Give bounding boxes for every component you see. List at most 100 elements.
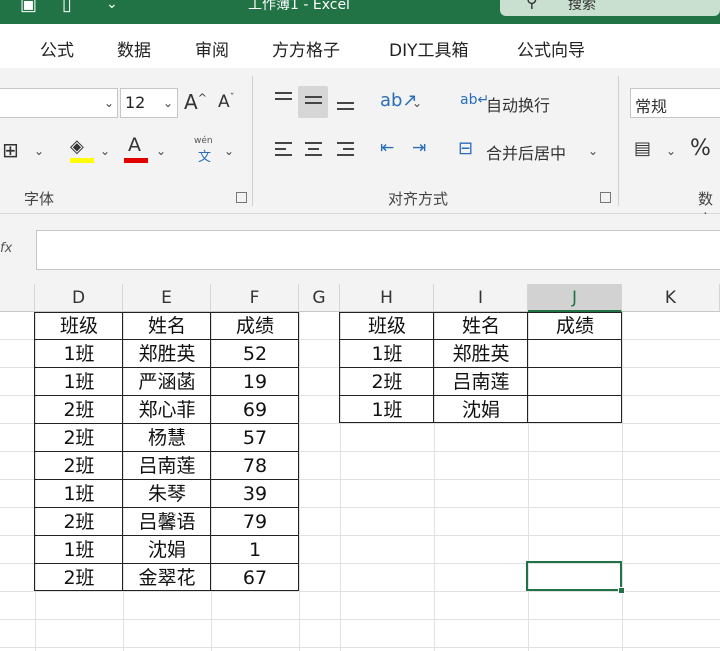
tab-formulas[interactable]: 公式 bbox=[40, 36, 74, 61]
font-color-button[interactable]: A bbox=[128, 134, 141, 156]
column-header-h[interactable]: H bbox=[340, 284, 434, 312]
new-file-icon[interactable]: ▯ bbox=[62, 0, 72, 15]
table1-cell[interactable]: 79 bbox=[211, 508, 299, 536]
table1-cell[interactable]: 1班 bbox=[35, 480, 123, 508]
decrease-font-size-button[interactable]: Aˇ bbox=[218, 92, 235, 112]
table1-cell[interactable]: 朱琴 bbox=[123, 480, 211, 508]
table1-cell[interactable]: 2班 bbox=[35, 564, 123, 592]
chevron-down-icon[interactable]: ⌄ bbox=[412, 96, 422, 110]
table1-cell[interactable]: 52 bbox=[211, 340, 299, 368]
number-format-select[interactable]: 常规 bbox=[630, 88, 720, 118]
tab-formula-wizard[interactable]: 公式向导 bbox=[517, 36, 585, 61]
table1-cell[interactable]: 2班 bbox=[35, 424, 123, 452]
table2-cell[interactable]: 1班 bbox=[340, 340, 434, 368]
wrap-text-button[interactable]: 自动换行 bbox=[486, 92, 550, 116]
table1-cell[interactable]: 金翠花 bbox=[123, 564, 211, 592]
merge-center-icon: ⊟ bbox=[458, 138, 474, 159]
save-icon[interactable]: ▣ bbox=[20, 0, 37, 15]
table2-cell[interactable] bbox=[528, 340, 622, 368]
customize-chevron-icon[interactable]: ⌄ bbox=[106, 0, 118, 12]
table2-cell[interactable]: 郑胜英 bbox=[434, 340, 528, 368]
tab-fangfang[interactable]: 方方格子 bbox=[272, 36, 340, 61]
column-header-c[interactable] bbox=[0, 284, 35, 312]
table2-header-class[interactable]: 班级 bbox=[340, 312, 434, 340]
group-divider bbox=[252, 76, 253, 206]
alignment-group-label: 对齐方式 bbox=[388, 190, 449, 208]
table1-cell[interactable]: 郑胜英 bbox=[123, 340, 211, 368]
column-header-j[interactable]: J bbox=[528, 284, 622, 312]
table2-cell[interactable]: 沈娟 bbox=[434, 396, 528, 424]
table1-header-name[interactable]: 姓名 bbox=[123, 312, 211, 340]
table1-cell[interactable]: 1班 bbox=[35, 536, 123, 564]
alignment-dialog-launcher-icon[interactable] bbox=[600, 192, 611, 203]
insert-function-icon[interactable]: fx bbox=[0, 234, 30, 264]
chevron-down-icon[interactable]: ⌄ bbox=[666, 144, 676, 158]
align-top-button[interactable] bbox=[268, 86, 298, 118]
increase-font-size-button[interactable]: A^ bbox=[184, 90, 207, 114]
table2-cell[interactable] bbox=[528, 368, 622, 396]
column-header-d[interactable]: D bbox=[35, 284, 123, 312]
chevron-down-icon[interactable]: ⌄ bbox=[156, 144, 166, 158]
table1-cell[interactable]: 1班 bbox=[35, 368, 123, 396]
increase-indent-icon[interactable]: ⇥ bbox=[412, 138, 426, 158]
table1-header-score[interactable]: 成绩 bbox=[211, 312, 299, 340]
chevron-down-icon[interactable]: ⌄ bbox=[224, 144, 234, 158]
phonetic-guide-button[interactable]: 文 bbox=[198, 146, 211, 165]
wrap-text-icon: ab↵ bbox=[460, 92, 490, 108]
table1-cell[interactable]: 严涵菡 bbox=[123, 368, 211, 396]
table1-cell[interactable]: 吕南莲 bbox=[123, 452, 211, 480]
font-size-select[interactable]: 12 ⌄ bbox=[120, 88, 178, 118]
column-header-f[interactable]: F bbox=[211, 284, 299, 312]
align-center-button[interactable] bbox=[298, 134, 328, 166]
fill-color-icon[interactable]: ◈ bbox=[70, 136, 84, 157]
table2-cell[interactable] bbox=[528, 396, 622, 424]
accounting-format-icon[interactable]: ▤ bbox=[634, 138, 651, 159]
font-name-select[interactable]: ⌄ bbox=[0, 88, 118, 118]
decrease-indent-icon[interactable]: ⇤ bbox=[380, 138, 394, 158]
table1-cell[interactable]: 1班 bbox=[35, 340, 123, 368]
chevron-down-icon[interactable]: ⌄ bbox=[588, 144, 598, 158]
percent-style-button[interactable]: % bbox=[690, 136, 711, 161]
column-header-i[interactable]: I bbox=[434, 284, 528, 312]
tab-review[interactable]: 审阅 bbox=[195, 36, 229, 61]
fill-handle[interactable] bbox=[618, 587, 625, 594]
column-header-g[interactable]: G bbox=[299, 284, 340, 312]
tab-data[interactable]: 数据 bbox=[117, 36, 151, 61]
table1-header-class[interactable]: 班级 bbox=[35, 312, 123, 340]
table1-cell[interactable]: 2班 bbox=[35, 508, 123, 536]
column-header-k[interactable]: K bbox=[622, 284, 720, 312]
borders-icon[interactable]: ⊞ bbox=[2, 138, 19, 162]
align-right-button[interactable] bbox=[330, 134, 360, 166]
font-dialog-launcher-icon[interactable] bbox=[236, 192, 247, 203]
merge-center-button[interactable]: 合并后居中 bbox=[486, 140, 566, 164]
search-box[interactable]: ⚲ 搜索 bbox=[500, 0, 720, 16]
group-divider bbox=[618, 76, 619, 206]
table2-cell[interactable]: 吕南莲 bbox=[434, 368, 528, 396]
align-middle-button[interactable] bbox=[298, 86, 328, 118]
formula-input[interactable] bbox=[36, 230, 720, 270]
table1-cell[interactable]: 1 bbox=[211, 536, 299, 564]
active-cell-selection[interactable] bbox=[526, 561, 622, 591]
column-header-e[interactable]: E bbox=[123, 284, 211, 312]
table1-cell[interactable]: 2班 bbox=[35, 452, 123, 480]
table1-cell[interactable]: 沈娟 bbox=[123, 536, 211, 564]
table2-header-name[interactable]: 姓名 bbox=[434, 312, 528, 340]
table2-cell[interactable]: 1班 bbox=[340, 396, 434, 424]
tab-diy-toolbox[interactable]: DIY工具箱 bbox=[389, 36, 469, 61]
table1-cell[interactable]: 郑心菲 bbox=[123, 396, 211, 424]
chevron-down-icon[interactable]: ⌄ bbox=[34, 144, 44, 158]
table2-cell[interactable]: 2班 bbox=[340, 368, 434, 396]
table2-header-score[interactable]: 成绩 bbox=[528, 312, 622, 340]
align-left-button[interactable] bbox=[268, 134, 298, 166]
table1-cell[interactable]: 19 bbox=[211, 368, 299, 396]
table1-cell[interactable]: 57 bbox=[211, 424, 299, 452]
table1-cell[interactable]: 69 bbox=[211, 396, 299, 424]
table1-cell[interactable]: 吕馨语 bbox=[123, 508, 211, 536]
chevron-down-icon[interactable]: ⌄ bbox=[100, 144, 110, 158]
table1-cell[interactable]: 2班 bbox=[35, 396, 123, 424]
table1-cell[interactable]: 67 bbox=[211, 564, 299, 592]
table1-cell[interactable]: 78 bbox=[211, 452, 299, 480]
table1-cell[interactable]: 杨慧 bbox=[123, 424, 211, 452]
table1-cell[interactable]: 39 bbox=[211, 480, 299, 508]
align-bottom-button[interactable] bbox=[330, 86, 360, 118]
